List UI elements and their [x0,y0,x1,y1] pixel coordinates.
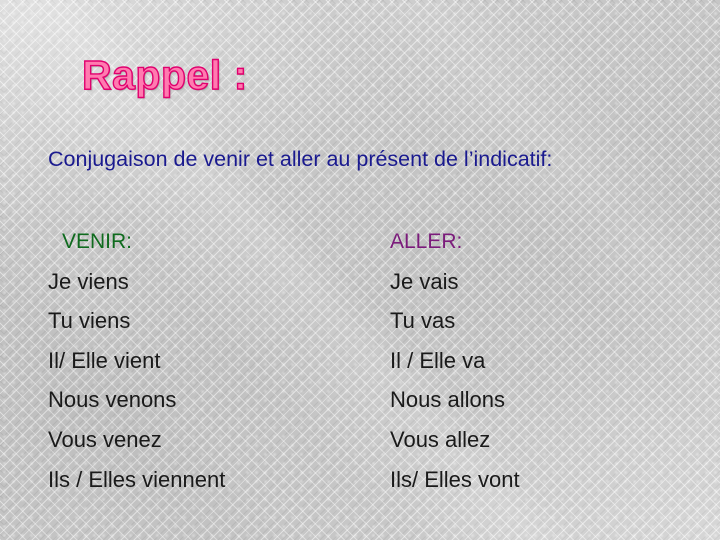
conjugation-line: Je viens [48,268,129,294]
slide-canvas: Rappel : Conjugaison de venir et aller a… [0,0,720,540]
conjugation-line: Tu viens [48,308,131,334]
conjugation-line: Il/ Elle vient [48,347,161,373]
conjugation-line: Je vais [390,268,459,294]
conjugation-line: Vous venez [48,426,162,452]
conjugation-line: Vous allez [390,426,491,452]
conjugation-column-aller: ALLER: Je vais Tu vas Il / Elle va Nous … [390,222,520,499]
slide-content: Rappel : Conjugaison de venir et aller a… [0,0,720,540]
conjugation-column-venir: VENIR: Je viens Tu viens Il/ Elle vient … [48,222,225,499]
conjugation-line: Ils/ Elles vont [390,466,520,492]
column-heading-venir: VENIR: [62,230,133,253]
slide-subtitle: Conjugaison de venir et aller au présent… [48,147,553,171]
conjugation-line: Tu vas [390,308,456,334]
conjugation-line: Nous allons [390,387,505,413]
slide-title: Rappel : [81,51,248,98]
conjugation-line: Il / Elle va [390,347,486,373]
conjugation-line: Nous venons [48,387,177,413]
conjugation-line: Ils / Elles viennent [48,466,226,492]
column-heading-aller: ALLER: [390,230,463,253]
